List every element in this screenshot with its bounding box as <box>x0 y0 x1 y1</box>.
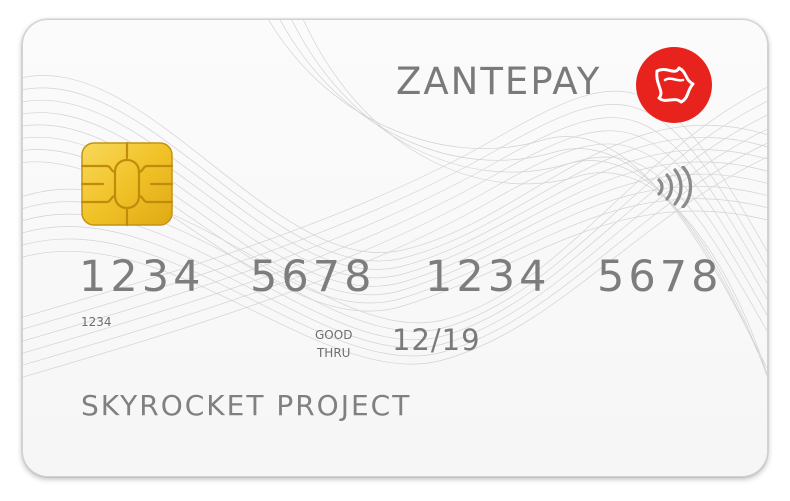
stage: ZANTEPAY 1234 5678 1234 5678 1234 GOOD T… <box>0 0 790 501</box>
good-thru-line-2: THRU <box>316 346 351 360</box>
good-thru-label: GOOD THRU <box>315 326 352 362</box>
good-thru-line-1: GOOD <box>315 328 353 342</box>
payment-card: ZANTEPAY 1234 5678 1234 5678 1234 GOOD T… <box>22 19 768 477</box>
card-number-group-3: 1234 <box>425 252 551 302</box>
card-number-group-2: 5678 <box>250 252 376 302</box>
contactless-payment-icon <box>657 166 693 208</box>
card-number-group-4: 5678 <box>597 252 723 302</box>
brand-name: ZANTEPAY <box>396 60 602 103</box>
zantepay-logo-icon <box>636 47 712 123</box>
emv-chip-icon <box>81 142 173 226</box>
card-number-small: 1234 <box>81 315 112 329</box>
expiry-date: 12/19 <box>392 323 481 357</box>
cardholder-name: SKYROCKET PROJECT <box>81 389 412 422</box>
card-number-group-1: 1234 <box>79 252 205 302</box>
